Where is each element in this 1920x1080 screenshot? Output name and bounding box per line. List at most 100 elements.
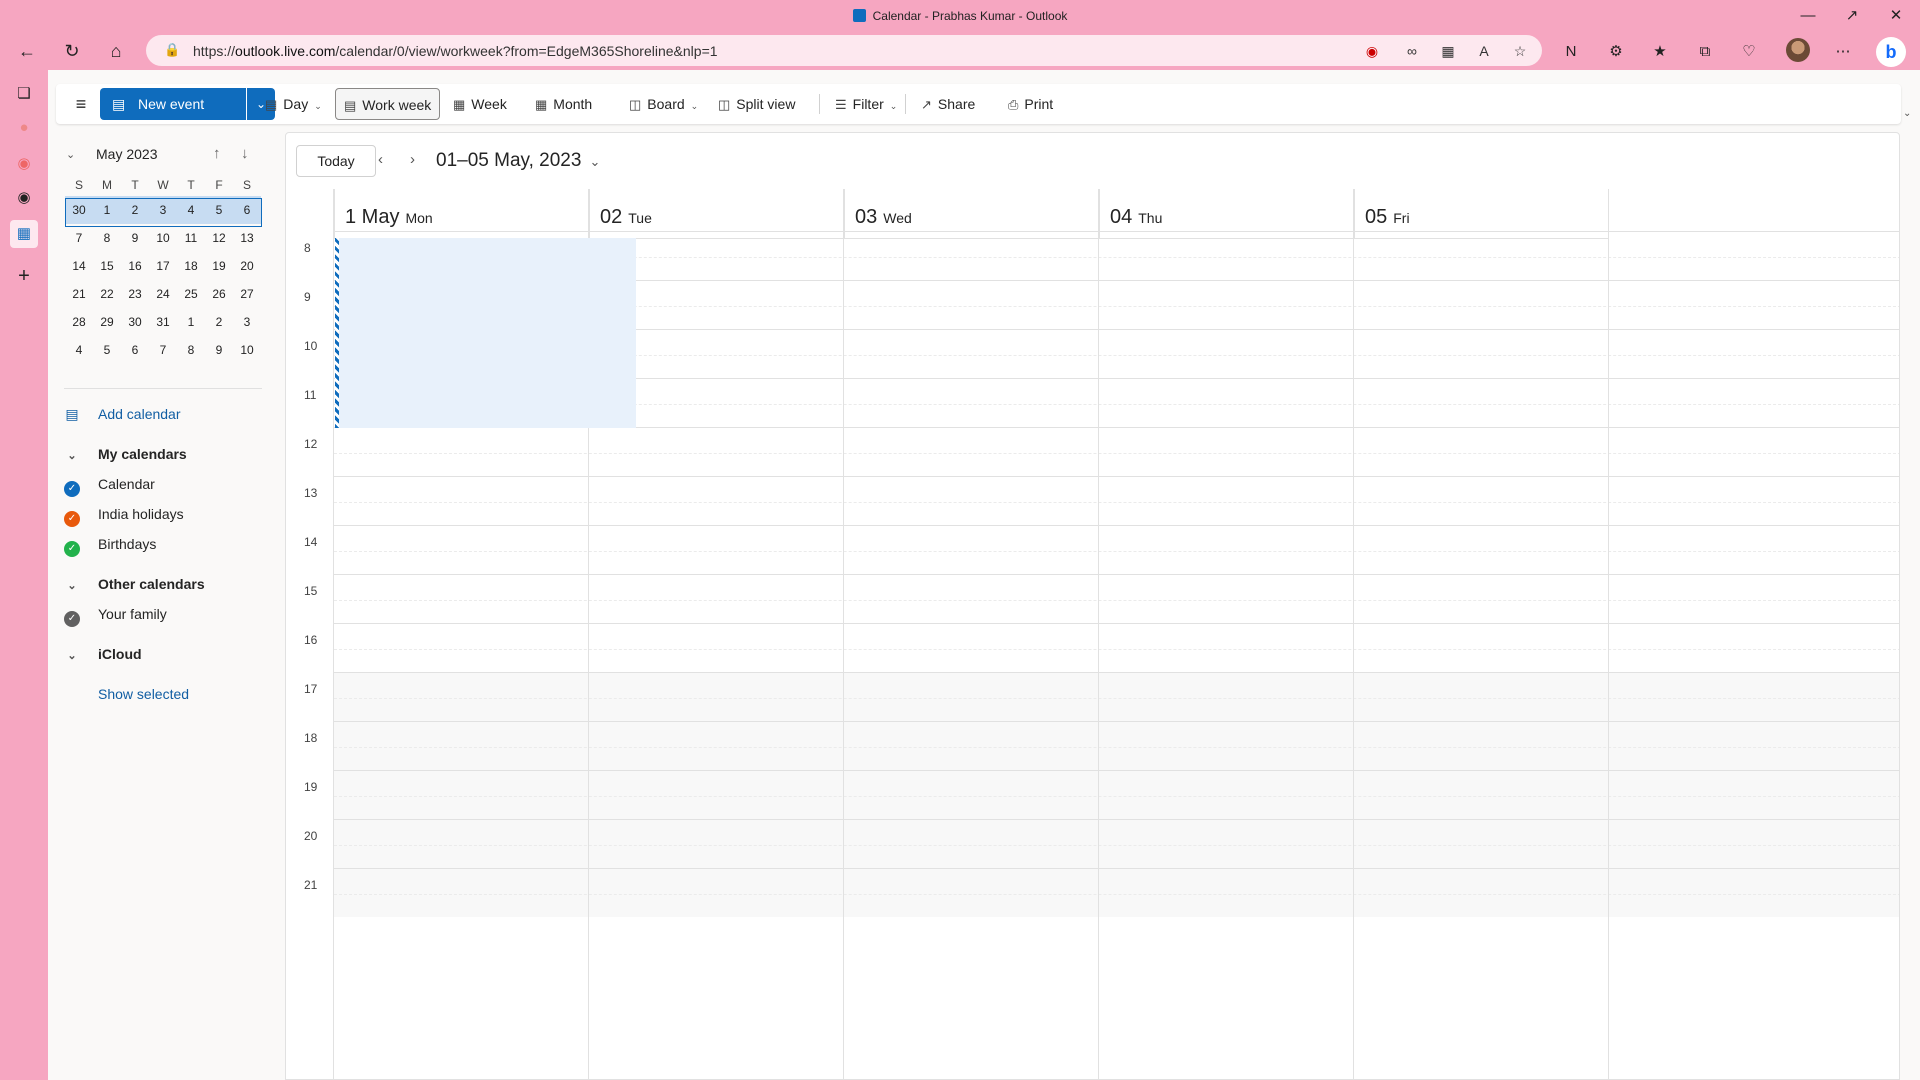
mini-calendar-day[interactable]: 24 xyxy=(149,280,177,308)
home-button[interactable]: ⌂ xyxy=(101,37,131,65)
mini-calendar-day[interactable]: 1 xyxy=(93,196,121,224)
mini-calendar-day[interactable]: 20 xyxy=(233,252,261,280)
selected-time-slot[interactable] xyxy=(338,238,636,428)
minimize-button[interactable]: — xyxy=(1788,4,1828,28)
other-calendars-header[interactable]: ⌄ Other calendars xyxy=(64,573,204,595)
mini-calendar-day[interactable]: 26 xyxy=(205,280,233,308)
mini-calendar-day[interactable]: 4 xyxy=(65,336,93,364)
icloud-header[interactable]: ⌄ iCloud xyxy=(64,643,141,665)
bing-copilot-icon[interactable]: b xyxy=(1876,37,1906,67)
mini-calendar-day[interactable]: 7 xyxy=(149,336,177,364)
mini-calendar-day[interactable]: 1 xyxy=(177,308,205,336)
add-favorite-icon[interactable]: ☆ xyxy=(1509,40,1531,62)
today-button[interactable]: Today xyxy=(296,145,376,177)
mini-calendar-day[interactable]: 2 xyxy=(205,308,233,336)
refresh-button[interactable]: ↻ xyxy=(57,37,87,65)
mini-calendar-day[interactable]: 30 xyxy=(121,308,149,336)
mini-calendar-day[interactable]: 6 xyxy=(121,336,149,364)
code-icon[interactable]: ∞ xyxy=(1401,40,1423,62)
close-window-button[interactable]: ✕ xyxy=(1876,4,1916,28)
week-view-button[interactable]: ▦ Week xyxy=(445,88,515,120)
profile-avatar[interactable] xyxy=(1786,38,1810,62)
hour-row[interactable] xyxy=(334,476,1899,525)
ribbon-expand-chevron-icon[interactable]: ⌄ xyxy=(1903,108,1911,119)
mini-calendar-day[interactable]: 28 xyxy=(65,308,93,336)
add-calendar-link[interactable]: ▤ Add calendar xyxy=(64,403,180,425)
share-button[interactable]: ↗ Share xyxy=(913,88,983,120)
mini-calendar-day[interactable]: 7 xyxy=(65,224,93,252)
mini-calendar-day[interactable]: 4 xyxy=(177,196,205,224)
hour-row[interactable] xyxy=(334,721,1899,770)
next-month-arrow-icon[interactable]: ↓ xyxy=(241,145,249,162)
github-tab-icon[interactable]: ◉ xyxy=(12,186,36,210)
hour-row[interactable] xyxy=(334,819,1899,868)
collections-icon[interactable]: ⧉ xyxy=(1692,41,1718,63)
mini-calendar-day[interactable]: 27 xyxy=(233,280,261,308)
mini-calendar-day[interactable]: 30 xyxy=(65,196,93,224)
calendar-list-item[interactable]: ✓ India holidays xyxy=(64,503,184,527)
mini-calendar-day[interactable]: 2 xyxy=(121,196,149,224)
read-aloud-icon[interactable]: A xyxy=(1473,40,1495,62)
day-view-button[interactable]: ▤ Day ⌄ xyxy=(257,88,330,120)
previous-month-arrow-icon[interactable]: ↑ xyxy=(213,145,221,162)
split-view-button[interactable]: ◫ Split view xyxy=(710,88,803,120)
mini-calendar-day[interactable]: 21 xyxy=(65,280,93,308)
hour-row[interactable] xyxy=(334,868,1899,917)
mini-calendar-day[interactable]: 19 xyxy=(205,252,233,280)
mini-calendar-day[interactable]: 15 xyxy=(93,252,121,280)
hamburger-menu-icon[interactable]: ≡ xyxy=(70,94,92,114)
previous-week-arrow-icon[interactable]: ‹ xyxy=(378,151,383,168)
mini-calendar-day[interactable]: 12 xyxy=(205,224,233,252)
mini-calendar-day[interactable]: 6 xyxy=(233,196,261,224)
onenote-extension-icon[interactable]: N xyxy=(1558,41,1584,63)
checkmark-icon[interactable]: ✓ xyxy=(64,541,80,557)
mini-calendar-day[interactable]: 3 xyxy=(149,196,177,224)
mini-calendar-day[interactable]: 22 xyxy=(93,280,121,308)
new-tab-icon[interactable]: + xyxy=(12,264,36,288)
calendar-list-item[interactable]: ✓ Birthdays xyxy=(64,533,156,557)
mini-calendar-day[interactable]: 10 xyxy=(149,224,177,252)
outlook-tab-icon[interactable]: ▦ xyxy=(10,220,38,248)
mini-calendar-day[interactable]: 5 xyxy=(93,336,121,364)
next-week-arrow-icon[interactable]: › xyxy=(410,151,415,168)
filter-button[interactable]: ☰ Filter ⌄ xyxy=(827,88,905,120)
mini-calendar-title[interactable]: May 2023 xyxy=(96,146,157,162)
mini-calendar-day[interactable]: 8 xyxy=(177,336,205,364)
calendar-list-item[interactable]: ✓ Calendar xyxy=(64,473,155,497)
hour-row[interactable] xyxy=(334,574,1899,623)
mini-calendar-day[interactable]: 9 xyxy=(121,224,149,252)
mini-calendar-day[interactable]: 11 xyxy=(177,224,205,252)
date-range-picker[interactable]: 01–05 May, 2023 ⌄ xyxy=(436,150,600,172)
mini-calendar-day[interactable]: 5 xyxy=(205,196,233,224)
tracking-prevention-icon[interactable]: ◉ xyxy=(1361,40,1383,62)
back-button[interactable]: ← xyxy=(12,37,42,65)
mini-calendar-collapse-chevron-icon[interactable]: ⌄ xyxy=(66,148,75,161)
checkmark-icon[interactable]: ✓ xyxy=(64,611,80,627)
my-calendars-header[interactable]: ⌄ My calendars xyxy=(64,443,186,465)
github-tab-icon[interactable]: ◉ xyxy=(12,152,36,176)
mini-calendar-day[interactable]: 13 xyxy=(233,224,261,252)
extensions-icon[interactable]: ⚙ xyxy=(1603,41,1629,63)
show-selected-link[interactable]: Show selected xyxy=(64,683,189,705)
mini-calendar-day[interactable]: 16 xyxy=(121,252,149,280)
mini-calendar-day[interactable]: 23 xyxy=(121,280,149,308)
tab-favicon-icon[interactable]: ● xyxy=(12,116,36,140)
hour-row[interactable] xyxy=(334,672,1899,721)
calendar-list-item[interactable]: ✓ Your family xyxy=(64,603,167,627)
board-view-button[interactable]: ◫ Board ⌄ xyxy=(621,88,706,120)
mini-calendar-day[interactable]: 29 xyxy=(93,308,121,336)
mini-calendar-day[interactable]: 8 xyxy=(93,224,121,252)
checkmark-icon[interactable]: ✓ xyxy=(64,511,80,527)
browser-essentials-icon[interactable]: ♡ xyxy=(1736,41,1762,63)
mini-calendar-day[interactable]: 25 xyxy=(177,280,205,308)
settings-more-icon[interactable]: ⋯ xyxy=(1830,41,1856,63)
hour-row[interactable] xyxy=(334,770,1899,819)
new-event-button[interactable]: ▤ New event xyxy=(100,88,246,120)
print-button[interactable]: ⎙ Print xyxy=(1000,88,1061,120)
tab-actions-icon[interactable]: ❏ xyxy=(12,82,36,106)
hour-row[interactable] xyxy=(334,427,1899,476)
mini-calendar-day[interactable]: 17 xyxy=(149,252,177,280)
mini-calendar-day[interactable]: 3 xyxy=(233,308,261,336)
favorites-icon[interactable]: ★ xyxy=(1647,41,1673,63)
mini-calendar-day[interactable]: 10 xyxy=(233,336,261,364)
